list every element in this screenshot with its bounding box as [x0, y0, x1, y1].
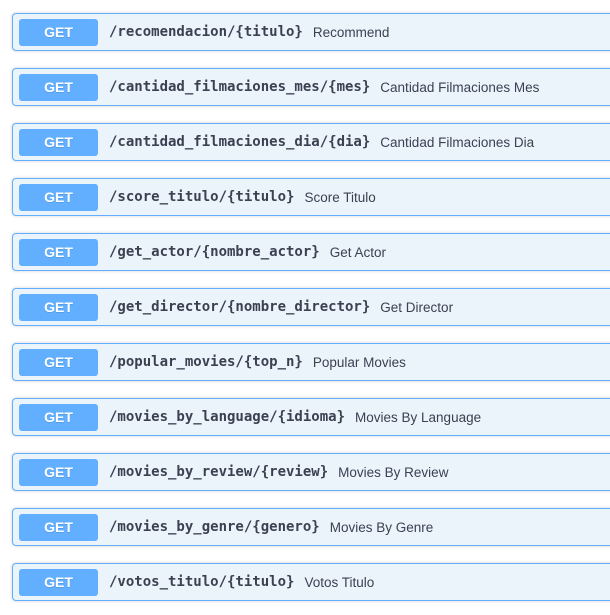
method-badge[interactable]: GET	[19, 183, 98, 211]
operation-get-director[interactable]: GET /get_director/{nombre_director} Get …	[12, 288, 610, 326]
method-badge[interactable]: GET	[19, 128, 98, 156]
method-badge[interactable]: GET	[19, 238, 98, 266]
operation-path[interactable]: /cantidad_filmaciones_mes/{mes}	[109, 79, 370, 95]
operation-movies-by-language[interactable]: GET /movies_by_language/{idioma} Movies …	[12, 398, 610, 436]
operation-path[interactable]: /popular_movies/{top_n}	[109, 354, 303, 370]
operations-list: GET /recomendacion/{titulo} Recommend GE…	[0, 0, 610, 615]
operation-movies-by-review[interactable]: GET /movies_by_review/{review} Movies By…	[12, 453, 610, 491]
operation-path[interactable]: /score_titulo/{titulo}	[109, 189, 294, 205]
operation-votos-titulo[interactable]: GET /votos_titulo/{titulo} Votos Titulo	[12, 563, 610, 601]
operation-summary[interactable]: Get Actor	[330, 245, 386, 260]
method-badge[interactable]: GET	[19, 73, 98, 101]
operation-summary[interactable]: Score Titulo	[304, 190, 375, 205]
operation-path[interactable]: /get_director/{nombre_director}	[109, 299, 370, 315]
operation-path[interactable]: /movies_by_review/{review}	[109, 464, 328, 480]
method-badge[interactable]: GET	[19, 568, 98, 596]
operation-get-actor[interactable]: GET /get_actor/{nombre_actor} Get Actor	[12, 233, 610, 271]
operation-cantidad-filmaciones-dia[interactable]: GET /cantidad_filmaciones_dia/{dia} Cant…	[12, 123, 610, 161]
operation-path[interactable]: /get_actor/{nombre_actor}	[109, 244, 320, 260]
operation-summary[interactable]: Movies By Review	[338, 465, 448, 480]
operation-path[interactable]: /recomendacion/{titulo}	[109, 24, 303, 40]
operation-summary[interactable]: Movies By Language	[355, 410, 481, 425]
operation-summary[interactable]: Popular Movies	[313, 355, 406, 370]
operation-summary[interactable]: Cantidad Filmaciones Mes	[380, 80, 539, 95]
operation-path[interactable]: /movies_by_genre/{genero}	[109, 519, 320, 535]
operation-summary[interactable]: Recommend	[313, 25, 390, 40]
operation-cantidad-filmaciones-mes[interactable]: GET /cantidad_filmaciones_mes/{mes} Cant…	[12, 68, 610, 106]
operation-recommend[interactable]: GET /recomendacion/{titulo} Recommend	[12, 13, 610, 51]
operation-summary[interactable]: Get Director	[380, 300, 453, 315]
operation-movies-by-genre[interactable]: GET /movies_by_genre/{genero} Movies By …	[12, 508, 610, 546]
operation-summary[interactable]: Cantidad Filmaciones Dia	[380, 135, 534, 150]
operation-path[interactable]: /movies_by_language/{idioma}	[109, 409, 345, 425]
operation-popular-movies[interactable]: GET /popular_movies/{top_n} Popular Movi…	[12, 343, 610, 381]
operation-score-titulo[interactable]: GET /score_titulo/{titulo} Score Titulo	[12, 178, 610, 216]
method-badge[interactable]: GET	[19, 403, 98, 431]
operation-path[interactable]: /votos_titulo/{titulo}	[109, 574, 294, 590]
method-badge[interactable]: GET	[19, 18, 98, 46]
operation-path[interactable]: /cantidad_filmaciones_dia/{dia}	[109, 134, 370, 150]
operation-summary[interactable]: Movies By Genre	[330, 520, 434, 535]
method-badge[interactable]: GET	[19, 293, 98, 321]
method-badge[interactable]: GET	[19, 348, 98, 376]
method-badge[interactable]: GET	[19, 458, 98, 486]
method-badge[interactable]: GET	[19, 513, 98, 541]
operation-summary[interactable]: Votos Titulo	[304, 575, 374, 590]
